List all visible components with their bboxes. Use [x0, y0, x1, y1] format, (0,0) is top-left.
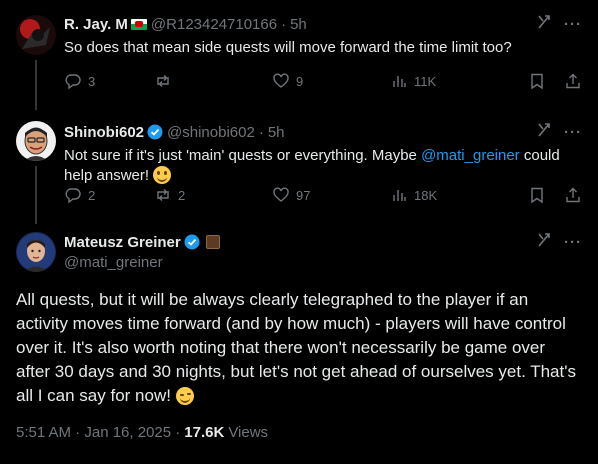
avatar[interactable]: [16, 121, 56, 161]
reply-text: Not sure if it's just 'main' quests or e…: [64, 146, 582, 186]
reply-text: So does that mean side quests will move …: [64, 39, 512, 56]
grok-icon[interactable]: [536, 14, 552, 34]
thread-line: [35, 60, 37, 110]
verified-badge-icon: [184, 234, 200, 250]
author-row: Mateusz Greiner ···: [64, 232, 582, 252]
post-time[interactable]: 5h: [290, 16, 307, 33]
reply-header: R. Jay. M @R123424710166 · 5h ···: [64, 14, 582, 34]
separator-dot: ·: [281, 15, 287, 33]
reply-text-part: Not sure if it's just 'main' quests or e…: [64, 147, 422, 164]
mention-link[interactable]: @mati_greiner: [421, 147, 520, 164]
author-name[interactable]: R. Jay. M: [64, 16, 128, 33]
more-icon[interactable]: ···: [564, 16, 582, 33]
like-icon: [273, 73, 289, 88]
separator-dot: ·: [258, 123, 264, 141]
retweet-button[interactable]: 2: [154, 186, 272, 204]
like-button[interactable]: 97: [272, 186, 390, 204]
reply-button[interactable]: 3: [64, 72, 154, 90]
header-actions: ···: [536, 122, 582, 142]
like-count: 9: [296, 73, 304, 89]
reply-body: R. Jay. M @R123424710166 · 5h ··· So doe…: [64, 14, 582, 58]
reply-post-1[interactable]: R. Jay. M @R123424710166 · 5h ··· So doe…: [0, 0, 598, 110]
avatar[interactable]: [16, 232, 56, 272]
author-name[interactable]: Shinobi602: [64, 124, 144, 141]
reply-count: 3: [88, 73, 96, 89]
smile-emoji-icon: [153, 166, 172, 184]
author-handle[interactable]: @shinobi602: [167, 124, 255, 141]
main-post-text-body: All quests, but it will be always clearl…: [16, 290, 576, 405]
reply-button[interactable]: 2: [64, 186, 154, 204]
post-views-label: Views: [228, 424, 269, 441]
share-icon[interactable]: [564, 72, 582, 90]
more-icon[interactable]: ···: [564, 234, 582, 251]
view-count: 18K: [414, 187, 438, 203]
action-bar: 2 2 97 18K: [64, 186, 582, 204]
retweet-button[interactable]: [154, 72, 272, 90]
bookmark-icon[interactable]: [528, 72, 546, 90]
author-handle[interactable]: @mati_greiner: [64, 254, 582, 271]
retweet-icon: [157, 189, 169, 201]
views-icon: [393, 190, 406, 201]
thread-line: [35, 166, 37, 224]
post-time[interactable]: 5h: [268, 124, 285, 141]
views-button[interactable]: 18K: [390, 186, 508, 204]
reply-count: 2: [88, 187, 96, 203]
thread-page: R. Jay. M @R123424710166 · 5h ··· So doe…: [0, 0, 598, 464]
action-bar: 3 9 11K: [64, 72, 582, 90]
post-meta: 5:51 AM · Jan 16, 2025 · 17.6K Views: [16, 424, 268, 441]
main-post-text: All quests, but it will be always clearl…: [16, 288, 582, 408]
views-button[interactable]: 11K: [390, 72, 508, 90]
verified-badge-icon: [147, 124, 163, 140]
share-icon[interactable]: [564, 186, 582, 204]
grok-icon[interactable]: [536, 232, 552, 252]
main-post: Mateusz Greiner ··· @mati_greiner All qu…: [0, 224, 598, 464]
main-post-header: Mateusz Greiner ··· @mati_greiner: [64, 232, 582, 271]
avatar[interactable]: [16, 15, 56, 55]
post-timestamp[interactable]: 5:51 AM · Jan 16, 2025 ·: [16, 424, 180, 441]
views-icon: [393, 76, 406, 87]
retweet-count: 2: [178, 187, 186, 203]
header-actions: ···: [536, 232, 582, 252]
like-count: 97: [296, 187, 311, 203]
bookmark-icon[interactable]: [528, 186, 546, 204]
secondary-actions: [528, 72, 582, 90]
reply-icon: [65, 74, 81, 90]
author-name[interactable]: Mateusz Greiner: [64, 234, 181, 251]
grok-icon[interactable]: [536, 122, 552, 142]
like-button[interactable]: 9: [272, 72, 390, 90]
author-handle[interactable]: @R123424710166: [151, 16, 277, 33]
view-count: 11K: [414, 73, 437, 89]
like-icon: [273, 187, 289, 202]
reply-body: Shinobi602 @shinobi602 · 5h ··· Not sure…: [64, 122, 582, 186]
secondary-actions: [528, 186, 582, 204]
more-icon[interactable]: ···: [564, 124, 582, 141]
retweet-icon: [157, 75, 169, 87]
post-view-count: 17.6K: [184, 424, 225, 441]
wales-flag-icon: [130, 18, 147, 30]
header-actions: ···: [536, 14, 582, 34]
reply-post-2[interactable]: Shinobi602 @shinobi602 · 5h ··· Not sure…: [0, 110, 598, 224]
affiliation-badge-icon[interactable]: [205, 235, 220, 249]
reply-header: Shinobi602 @shinobi602 · 5h ···: [64, 122, 582, 142]
wink-emoji-icon: [175, 387, 194, 405]
reply-icon: [65, 188, 81, 204]
